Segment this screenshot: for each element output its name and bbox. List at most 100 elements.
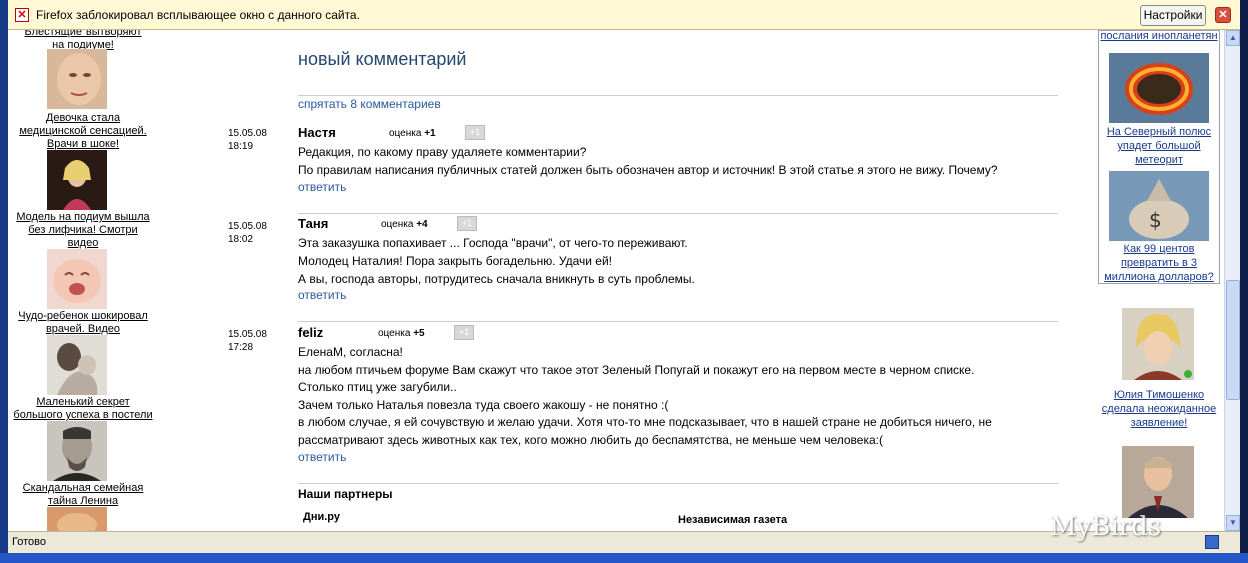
vote-plus-button[interactable]: +1	[465, 125, 485, 140]
divider	[298, 321, 1058, 322]
ad-thumbnail[interactable]	[47, 507, 107, 531]
ad-caption-line: Блестящие"вытворяют	[24, 30, 142, 38]
ad-link[interactable]: На Северный полюс упадет большой метеори…	[1100, 125, 1218, 167]
comment-date-day: 15.05.08	[228, 128, 267, 139]
partners-heading: Наши партнеры	[298, 487, 393, 501]
vote-plus-button[interactable]: +1	[454, 325, 474, 340]
browser-window: ✕ Firefox заблокировал всплывающее окно …	[0, 0, 1248, 563]
reply-link[interactable]: ответить	[298, 450, 346, 464]
ad-thumbnail[interactable]: $	[1109, 171, 1209, 241]
ad-caption-line: упадет большой	[1117, 140, 1201, 152]
ad-link[interactable]: Как 99 центов превратить в 3 миллиона до…	[1100, 242, 1218, 284]
ad-caption-line: заявление!	[1130, 417, 1188, 429]
vote-plus-button[interactable]: +1	[457, 216, 477, 231]
comment-text-line: А вы, господа авторы, потрудитесь сначал…	[298, 272, 695, 286]
score-label: оценка	[378, 328, 411, 339]
partner-link[interactable]: Дни.ру	[303, 511, 340, 523]
ad-caption-line: Юлия Тимошенко	[1113, 389, 1205, 401]
ad-caption-line: превратить в 3	[1120, 257, 1198, 269]
ad-caption-line: На Северный полюс	[1106, 126, 1212, 138]
comment-author: Настя	[298, 125, 336, 140]
comment-date-day: 15.05.08	[228, 329, 267, 340]
ad-caption-line: метеорит	[1135, 154, 1183, 166]
score-label: оценка	[389, 128, 422, 139]
comment-date: 15.05.08 17:28	[228, 328, 267, 354]
reply-link[interactable]: ответить	[298, 180, 346, 194]
status-icon	[1205, 535, 1219, 549]
status-text: Готово	[12, 536, 46, 548]
comment-text-line: в любом случае, я ей сочувствую и желаю …	[298, 415, 992, 429]
taskbar	[0, 553, 1248, 563]
score-value: +4	[416, 219, 428, 230]
ad-link[interactable]: Юлия Тимошенко сделала неожиданное заявл…	[1100, 388, 1218, 430]
ad-thumbnail[interactable]	[1122, 446, 1194, 518]
partner-link[interactable]: Независимая газета	[678, 514, 787, 526]
ad-caption-line: Модель на подиум вышла	[16, 211, 150, 223]
ad-caption-line: без лифчика! Смотри	[28, 224, 138, 236]
ad-caption-line: Чудо-ребенок шокировал	[18, 310, 148, 322]
comment-text-line: рассматривают здесь животных как тех, ко…	[298, 433, 883, 447]
vertical-scrollbar[interactable]: ▲ ▼	[1224, 30, 1240, 531]
ad-link[interactable]: послания инопланетян	[1100, 30, 1218, 43]
scroll-down-icon[interactable]: ▼	[1226, 515, 1240, 531]
popup-settings-button[interactable]: Настройки	[1140, 5, 1206, 26]
ad-caption-line: Скандальная семейная	[22, 482, 144, 494]
comment-score: оценка +4	[381, 219, 428, 230]
ad-caption-line: Как 99 центов	[1123, 243, 1195, 255]
desktop-edge-right	[1240, 0, 1248, 563]
watermark: MyBirds	[1050, 512, 1162, 542]
score-value: +5	[413, 328, 425, 339]
comment-text-line: Столько птиц уже загубили..	[298, 380, 457, 394]
ad-thumbnail[interactable]	[47, 150, 107, 210]
scrollbar-thumb[interactable]	[1226, 280, 1240, 400]
ad-thumbnail[interactable]	[47, 249, 107, 309]
reply-link[interactable]: ответить	[298, 288, 346, 302]
comment-date-time: 17:28	[228, 342, 254, 353]
comment-text-line: Эта заказушка попахивает ... Господа "вр…	[298, 236, 688, 250]
ad-link[interactable]: Маленький секрет большого успеха в посте…	[8, 396, 158, 422]
popup-blocked-notification-bar: ✕ Firefox заблокировал всплывающее окно …	[8, 0, 1240, 30]
ad-caption-line: миллиона долларов?	[1104, 271, 1214, 283]
ad-thumbnail[interactable]	[1122, 308, 1194, 380]
ad-link[interactable]: Модель на подиум вышла без лифчика! Смот…	[8, 211, 158, 250]
comment-score: оценка +1	[389, 128, 436, 139]
ad-link[interactable]: Девочка стала медицинской сенсацией. Вра…	[8, 112, 158, 151]
comment-text-line: Зачем только Наталья повезла туда своего…	[298, 398, 669, 412]
comment-text-line: По правилам написания публичных статей д…	[298, 163, 998, 177]
score-label: оценка	[381, 219, 414, 230]
page-content: Блестящие"вытворяют на подиуме! Девочка …	[8, 30, 1224, 531]
comment-date: 15.05.08 18:19	[228, 127, 267, 153]
right-ad-column: послания инопланетян На Северный полюс у…	[1098, 30, 1224, 531]
comment-score: оценка +5	[378, 328, 425, 339]
ad-caption-line: Маленький секрет	[36, 396, 130, 408]
popup-blocked-message: Firefox заблокировал всплывающее окно с …	[36, 8, 360, 22]
divider	[298, 483, 1058, 484]
ad-caption-line: сделала неожиданное	[1101, 403, 1217, 415]
comments-section: новый комментарий спрятать 8 комментарие…	[228, 30, 1058, 531]
ad-thumbnail[interactable]	[1109, 53, 1209, 123]
score-value: +1	[424, 128, 436, 139]
ad-caption-line: медицинской сенсацией.	[19, 125, 147, 137]
comment-date-time: 18:02	[228, 234, 254, 245]
ad-thumbnail[interactable]	[47, 335, 107, 395]
comment-author: Таня	[298, 216, 329, 231]
comment-text-line: Молодец Наталия! Пора закрыть богадельню…	[298, 254, 612, 268]
divider	[298, 213, 1058, 214]
scroll-up-icon[interactable]: ▲	[1226, 30, 1240, 46]
ad-link[interactable]: Скандальная семейная тайна Ленина	[8, 482, 158, 508]
ad-thumbnail[interactable]	[47, 49, 107, 109]
comment-date-day: 15.05.08	[228, 221, 267, 232]
left-ad-column: Блестящие"вытворяют на подиуме! Девочка …	[8, 30, 218, 531]
ad-thumbnail[interactable]	[47, 421, 107, 481]
comment-text-line: на любом птичьем форуме Вам скажут что т…	[298, 363, 975, 377]
hide-comments-link[interactable]: спрятать 8 комментариев	[298, 97, 441, 111]
comment-author: feliz	[298, 325, 324, 340]
divider	[298, 95, 1058, 96]
close-icon[interactable]: ✕	[1215, 7, 1231, 23]
comment-date-time: 18:19	[228, 141, 254, 152]
comment-text-line: ЕленаМ, согласна!	[298, 345, 403, 359]
comment-text-line: Редакция, по какому праву удаляете комме…	[298, 145, 587, 159]
comment-date: 15.05.08 18:02	[228, 220, 267, 246]
page-title: новый комментарий	[298, 49, 467, 69]
ad-link[interactable]: Чудо-ребенок шокировал врачей. Видео	[8, 310, 158, 336]
